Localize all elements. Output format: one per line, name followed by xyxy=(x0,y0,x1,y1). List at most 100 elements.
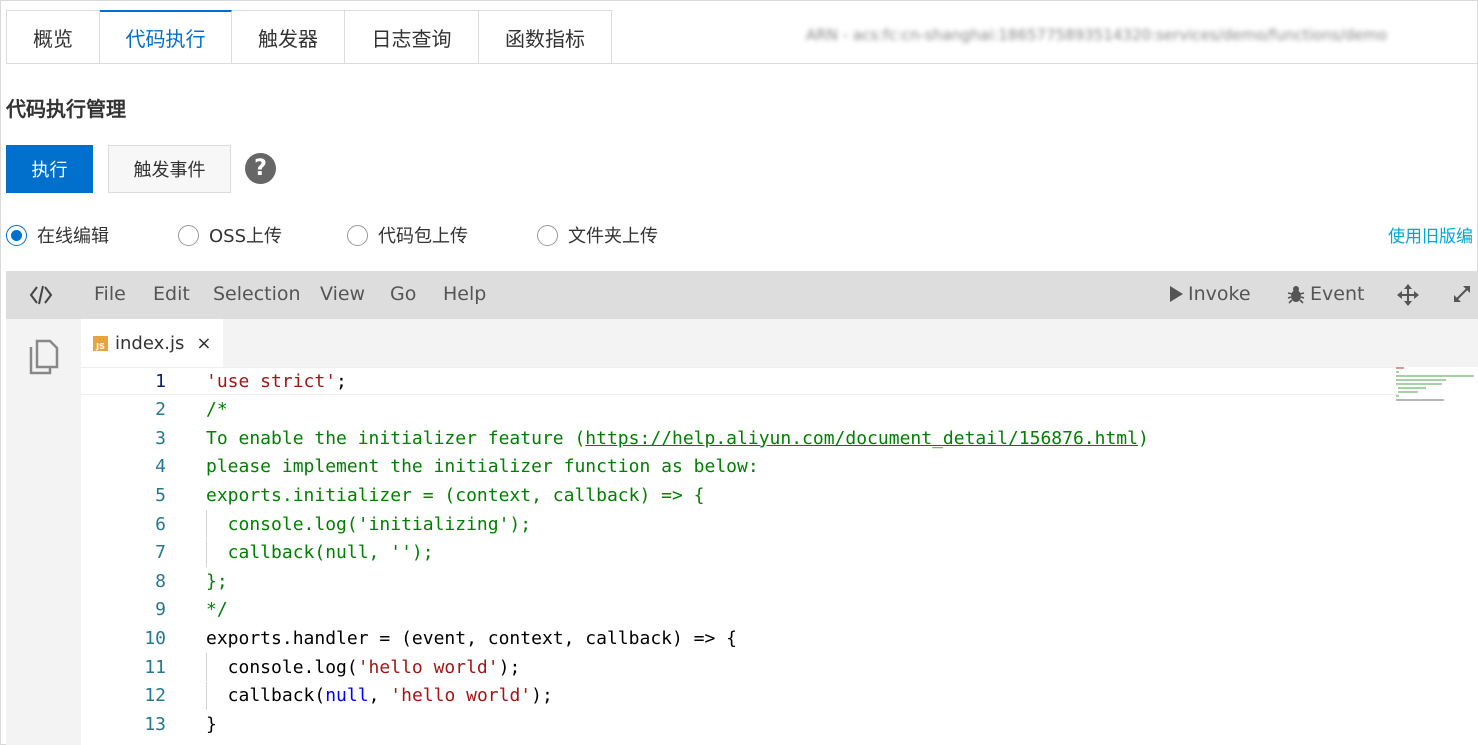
code-token: 'hello world' xyxy=(390,685,532,707)
move-icon[interactable] xyxy=(1396,283,1424,307)
menu-file[interactable]: File xyxy=(94,283,126,305)
code-line[interactable]: 3 To enable the initializer feature (http… xyxy=(81,424,1401,452)
code-editor: File Edit Selection View Go Help Invoke … xyxy=(6,271,1478,745)
code-text: console.log('hello world'); xyxy=(206,656,521,678)
radio-button[interactable] xyxy=(537,224,558,246)
radio-online-edit[interactable]: 在线编辑 xyxy=(6,222,109,248)
execute-button[interactable]: 执行 xyxy=(6,145,93,193)
line-number: 6 xyxy=(155,513,166,535)
code-text: 'use strict'; xyxy=(206,371,347,392)
code-line[interactable]: 8}; xyxy=(81,567,1401,595)
file-tab-label: index.js xyxy=(115,332,185,354)
line-number: 3 xyxy=(155,427,166,449)
menu-go[interactable]: Go xyxy=(390,283,416,305)
radio-label: 代码包上传 xyxy=(378,226,468,247)
code-token: */ xyxy=(206,599,228,621)
file-tab-index-js[interactable]: JS index.js × xyxy=(81,319,223,367)
code-line[interactable]: 12 callback(null, 'hello world'); xyxy=(81,681,1401,710)
radio-label: 在线编辑 xyxy=(37,226,109,247)
code-text: console.log('initializing'); xyxy=(206,514,531,535)
code-token: 'use strict' xyxy=(206,370,337,392)
code-area[interactable]: 1 'use strict'; 2 /* 3 To enable the initiali… xyxy=(81,367,1478,745)
radio-folder-upload[interactable]: 文件夹上传 xyxy=(537,222,658,248)
code-link[interactable]: https://help.aliyun.com/document_detail/… xyxy=(585,428,1138,449)
line-number: 12 xyxy=(144,685,166,707)
code-text: callback(null, ''); xyxy=(206,542,434,563)
play-icon xyxy=(1170,286,1183,302)
code-line[interactable]: 2 /* xyxy=(81,396,1401,424)
menu-selection[interactable]: Selection xyxy=(213,283,301,305)
function-tabs: 概览 代码执行 触发器 日志查询 函数指标 xyxy=(6,10,612,64)
code-token: }; xyxy=(206,570,228,592)
event-label: Event xyxy=(1310,283,1365,305)
code-text: callback(null, 'hello world'); xyxy=(206,685,553,706)
tab-code-execution[interactable]: 代码执行 xyxy=(100,10,232,64)
code-text: exports.initializer = (context, callback… xyxy=(206,485,705,506)
radio-oss-upload[interactable]: OSS上传 xyxy=(178,222,282,248)
code-token: ; xyxy=(336,370,347,392)
code-token: , xyxy=(368,685,391,707)
line-number: 13 xyxy=(144,713,166,735)
old-editor-link[interactable]: 使用旧版编 xyxy=(1388,222,1473,247)
tab-log-query[interactable]: 日志查询 xyxy=(345,10,479,64)
line-number: 4 xyxy=(155,456,166,478)
code-line[interactable]: 9 */ xyxy=(81,596,1401,624)
code-token: callback(null, ''); xyxy=(206,542,434,564)
tab-triggers[interactable]: 触发器 xyxy=(232,10,345,64)
code-token: callback( xyxy=(206,685,326,707)
activity-bar xyxy=(6,319,81,745)
explorer-files-icon[interactable] xyxy=(28,339,60,379)
fullscreen-icon[interactable] xyxy=(1451,283,1477,305)
code-token: To enable the initializer feature ( xyxy=(206,427,586,449)
code-line[interactable]: 11 console.log('hello world'); xyxy=(81,653,1401,681)
code-token: 'hello world' xyxy=(357,656,499,678)
function-arn: ARN - acs:fc:cn-shanghai:186577589351432… xyxy=(806,26,1387,44)
code-token: ); xyxy=(498,656,521,678)
invoke-button[interactable]: Invoke xyxy=(1168,283,1251,305)
code-token: exports.initializer = (context, callback… xyxy=(206,484,705,506)
menu-edit[interactable]: Edit xyxy=(153,283,190,305)
code-line[interactable]: 10 exports.handler = (event, context, cal… xyxy=(81,624,1401,652)
line-number: 8 xyxy=(155,570,166,592)
code-line[interactable]: 1 'use strict'; xyxy=(81,367,1401,395)
close-icon[interactable]: × xyxy=(196,333,211,354)
js-file-icon: JS xyxy=(93,335,108,351)
code-text: please implement the initializer functio… xyxy=(206,456,759,477)
trigger-event-button[interactable]: 触发事件 xyxy=(108,145,231,193)
section-title: 代码执行管理 xyxy=(6,97,126,121)
radio-zip-upload[interactable]: 代码包上传 xyxy=(347,222,468,248)
file-tabs: JS index.js × xyxy=(81,319,1478,367)
tab-divider xyxy=(6,63,1478,64)
event-button[interactable]: Event xyxy=(1286,283,1364,305)
radio-button[interactable] xyxy=(6,224,27,246)
code-line[interactable]: 7 callback(null, ''); xyxy=(81,538,1401,567)
menu-help[interactable]: Help xyxy=(443,283,486,305)
code-line[interactable]: 13} xyxy=(81,710,1401,738)
code-line[interactable]: 5 exports.initializer = (context, callbac… xyxy=(81,481,1401,509)
radio-label: OSS上传 xyxy=(209,226,283,247)
minimap[interactable] xyxy=(1396,367,1476,407)
line-number: 11 xyxy=(144,656,166,678)
line-number: 9 xyxy=(155,599,166,621)
line-number: 5 xyxy=(155,484,166,506)
code-text: To enable the initializer feature (https… xyxy=(206,428,1149,449)
code-line[interactable]: 6 console.log('initializing'); xyxy=(81,510,1401,538)
radio-button[interactable] xyxy=(178,224,199,246)
code-line[interactable]: 4 please implement the initializer functi… xyxy=(81,453,1401,481)
editor-menubar: File Edit Selection View Go Help Invoke … xyxy=(6,271,1478,319)
code-token: console.log('initializing'); xyxy=(206,513,532,535)
menu-view[interactable]: View xyxy=(320,283,365,305)
code-text: } xyxy=(206,714,217,735)
code-token: ); xyxy=(531,685,553,707)
code-text: /* xyxy=(206,399,228,420)
bug-icon xyxy=(1287,286,1305,304)
radio-button[interactable] xyxy=(347,224,368,246)
code-text: exports.handler = (event, context, callb… xyxy=(206,628,737,649)
code-text: }; xyxy=(206,571,228,592)
question-circle-icon[interactable]: ? xyxy=(245,153,276,184)
line-number: 7 xyxy=(155,542,166,564)
code-text: */ xyxy=(206,599,228,620)
tab-function-metrics[interactable]: 函数指标 xyxy=(479,10,612,64)
tab-overview[interactable]: 概览 xyxy=(6,10,100,64)
line-number: 10 xyxy=(144,627,166,649)
